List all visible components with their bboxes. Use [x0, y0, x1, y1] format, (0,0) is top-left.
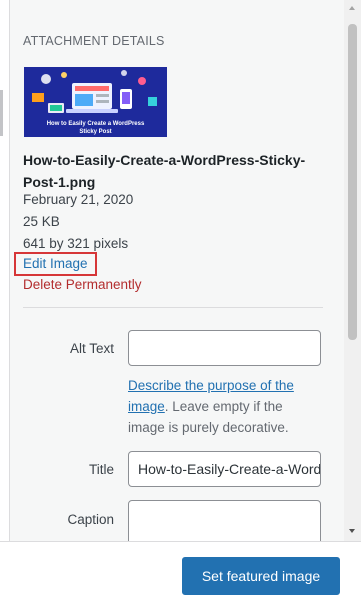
attachment-filesize: 25 KB [23, 214, 60, 229]
attachment-details-panel: ATTACHMENT DETAILS How to Easily Create … [0, 0, 361, 541]
attachment-date: February 21, 2020 [23, 192, 134, 207]
media-grid-edge [0, 0, 10, 541]
edit-image-link[interactable]: Edit Image [14, 252, 97, 276]
attachment-filename: How-to-Easily-Create-a-WordPress-Sticky-… [23, 152, 306, 190]
alt-text-field[interactable] [128, 330, 321, 366]
scroll-down-arrow-icon[interactable] [349, 529, 355, 533]
caption-field[interactable] [128, 500, 321, 541]
attachment-dimensions: 641 by 321 pixels [23, 236, 129, 251]
caption-label: Caption [67, 512, 114, 527]
media-modal-toolbar: Set featured image [0, 541, 361, 601]
section-divider [23, 307, 323, 308]
set-featured-image-button[interactable]: Set featured image [182, 557, 340, 595]
title-label: Title [88, 462, 114, 477]
details-scrollbar[interactable] [344, 0, 361, 541]
section-title: ATTACHMENT DETAILS [23, 34, 165, 48]
scroll-up-arrow-icon[interactable] [349, 6, 355, 10]
media-grid-edge-marker [0, 90, 3, 136]
thumbnail-caption: How to Easily Create a WordPress Sticky … [46, 121, 145, 135]
scrollbar-thumb[interactable] [348, 24, 357, 340]
alt-text-label: Alt Text [69, 341, 114, 356]
attachment-thumbnail[interactable]: How to Easily Create a WordPress Sticky … [24, 67, 167, 137]
title-field[interactable]: How-to-Easily-Create-a-WordPress-Sticky-… [128, 451, 321, 487]
alt-text-description: Describe the purpose of the image. Leave… [128, 375, 318, 438]
delete-permanently-link[interactable]: Delete Permanently [23, 277, 142, 292]
